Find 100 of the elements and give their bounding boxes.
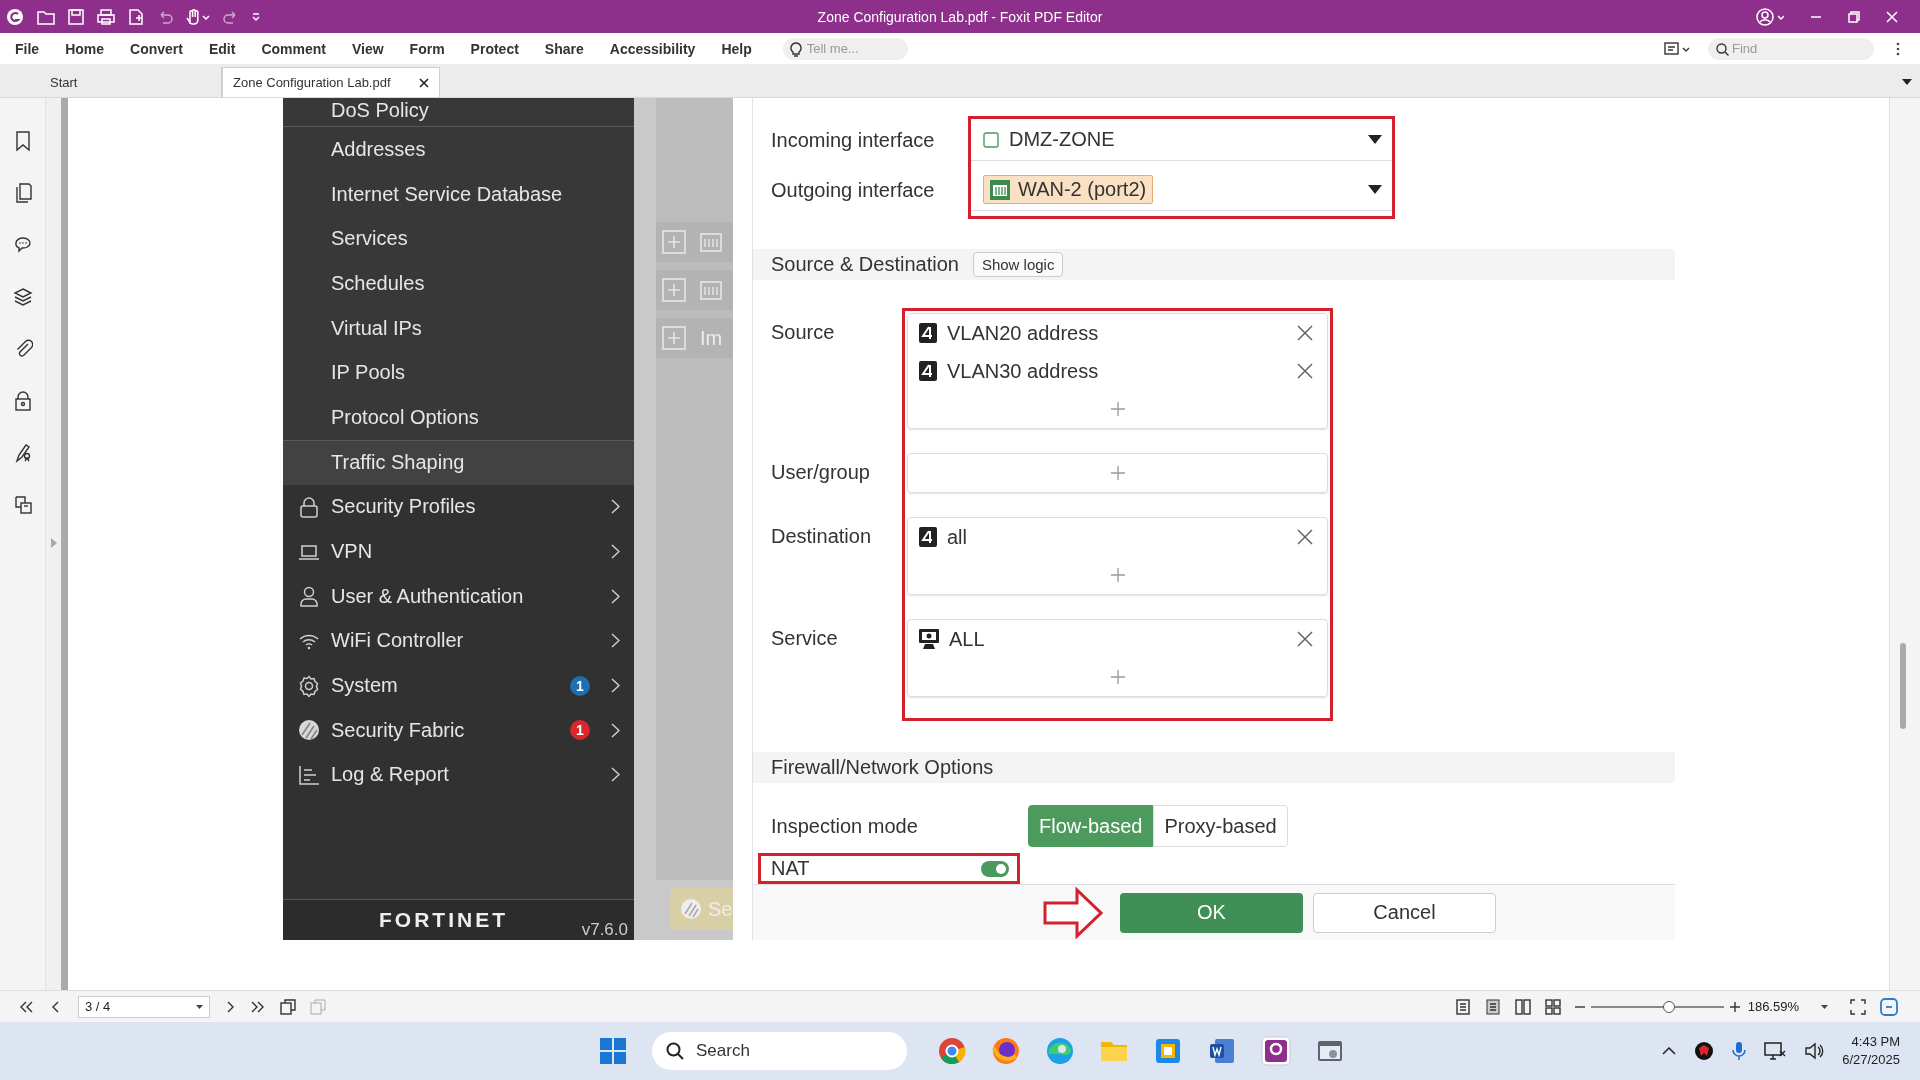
remove-icon[interactable] bbox=[1297, 325, 1313, 342]
tell-me-field[interactable]: Tell me... bbox=[782, 37, 908, 60]
sidebar-item[interactable]: Log & Report bbox=[283, 752, 634, 798]
pages-icon[interactable] bbox=[280, 998, 296, 1015]
ok-button[interactable]: OK bbox=[1120, 892, 1303, 933]
menu-item[interactable]: Home bbox=[52, 40, 118, 57]
folder-icon[interactable] bbox=[37, 8, 55, 25]
mode-option[interactable]: Proxy-based bbox=[1153, 805, 1288, 848]
sidebar-item[interactable]: Schedules bbox=[283, 261, 634, 306]
sidebar-item[interactable]: Services bbox=[283, 216, 634, 262]
browser-icon[interactable] bbox=[937, 1036, 967, 1066]
pdf-app-icon[interactable] bbox=[1261, 1036, 1291, 1066]
entry-label: VLAN30 address bbox=[947, 359, 1099, 383]
window-app-icon[interactable] bbox=[1153, 1036, 1183, 1066]
document-tab[interactable]: Zone Configuration Lab.pdf bbox=[222, 67, 440, 97]
redo-icon[interactable] bbox=[223, 8, 239, 25]
two-page-continuous-icon[interactable] bbox=[1544, 998, 1561, 1015]
layers-icon[interactable] bbox=[12, 286, 33, 308]
save-icon[interactable] bbox=[68, 8, 84, 25]
show-logic-button[interactable]: Show logic bbox=[972, 252, 1064, 278]
search-list-icon[interactable] bbox=[1664, 40, 1690, 57]
notification-badge: 1 bbox=[570, 720, 590, 741]
single-page-icon[interactable] bbox=[1454, 998, 1471, 1015]
search-field[interactable]: Search bbox=[652, 1032, 907, 1070]
sidebar-item[interactable]: DoS Policy bbox=[283, 98, 634, 127]
menu-item[interactable]: Convert bbox=[117, 40, 196, 57]
page-field[interactable]: 3 / 4 bbox=[78, 995, 210, 1018]
sidebar-item[interactable]: System 1 bbox=[283, 663, 634, 708]
selection-box[interactable]: ALL bbox=[907, 619, 1328, 698]
start-icon[interactable] bbox=[598, 1036, 628, 1066]
caret-icon[interactable] bbox=[1821, 1004, 1828, 1009]
close-icon[interactable] bbox=[419, 77, 429, 88]
remove-icon[interactable] bbox=[1297, 631, 1313, 648]
caret-icon[interactable] bbox=[252, 11, 260, 22]
sidebar-item[interactable]: Internet Service Database bbox=[283, 171, 634, 217]
new-document-icon[interactable] bbox=[128, 8, 144, 25]
cancel-button[interactable]: Cancel bbox=[1313, 892, 1496, 933]
sidebar-item[interactable]: Virtual IPs bbox=[283, 305, 634, 351]
fabric-icon bbox=[298, 719, 320, 742]
selection-box[interactable]: all bbox=[907, 517, 1328, 596]
volume-icon[interactable] bbox=[1804, 1042, 1825, 1060]
menu-item[interactable]: Protect bbox=[457, 40, 532, 57]
more-icon[interactable] bbox=[1896, 41, 1900, 56]
menu-item[interactable]: Edit bbox=[195, 40, 249, 57]
clock[interactable]: 4:43 PM 6/27/2025 bbox=[1842, 1033, 1900, 1069]
network-icon[interactable] bbox=[1764, 1041, 1787, 1061]
menu-item[interactable]: Comment bbox=[248, 40, 339, 57]
slider-thumb[interactable] bbox=[1663, 1000, 1676, 1013]
sidebar-item[interactable]: Traffic Shaping bbox=[283, 439, 634, 485]
menu-item[interactable]: Share bbox=[531, 40, 597, 57]
microphone-icon[interactable] bbox=[1732, 1041, 1747, 1061]
field-label: Incoming interface bbox=[771, 128, 936, 153]
entry-label: all bbox=[947, 525, 967, 549]
menu-item[interactable]: Form bbox=[396, 40, 458, 57]
restore-icon[interactable] bbox=[1848, 10, 1860, 23]
window-title: Zone Configuration Lab.pdf - Foxit PDF Editor bbox=[816, 8, 1104, 25]
sidebar-item[interactable]: WiFi Controller bbox=[283, 618, 634, 664]
interface-dropdown[interactable]: DMZ-ZONE bbox=[971, 119, 1392, 161]
find-field[interactable]: Find bbox=[1708, 37, 1874, 60]
sidebar-item[interactable]: User & Authentication bbox=[283, 573, 634, 619]
two-page-icon[interactable] bbox=[1514, 998, 1531, 1015]
interface-dropdown[interactable]: WAN-2 (port2) bbox=[971, 169, 1392, 211]
sidebar-item[interactable]: IP Pools bbox=[283, 350, 634, 396]
hand-icon[interactable] bbox=[186, 8, 210, 25]
sidebar-item[interactable]: Security Profiles bbox=[283, 484, 634, 530]
menu-item[interactable]: Help bbox=[708, 40, 765, 57]
nat-toggle[interactable] bbox=[981, 860, 1009, 877]
chevron-icon bbox=[611, 499, 620, 515]
sidebar-item[interactable]: VPN bbox=[283, 529, 634, 574]
scroll-thumb[interactable] bbox=[1900, 643, 1906, 729]
sidebar-item[interactable]: Security Fabric 1 bbox=[283, 707, 634, 753]
chevron-icon bbox=[611, 633, 620, 649]
browser-icon[interactable] bbox=[991, 1036, 1021, 1066]
interface-tag: WAN-2 (port2) bbox=[983, 175, 1154, 204]
continuous-page-icon[interactable] bbox=[1484, 998, 1501, 1015]
entry-label: VLAN20 address bbox=[947, 321, 1099, 345]
chevron-icon bbox=[611, 767, 620, 783]
menu-item[interactable]: File bbox=[2, 40, 53, 57]
lock-icon[interactable] bbox=[12, 390, 33, 412]
menu-item[interactable]: Accessibility bbox=[596, 40, 709, 57]
selection-box[interactable]: VLAN20 address VLAN30 address bbox=[907, 313, 1328, 430]
fullscreen-icon[interactable] bbox=[1850, 998, 1866, 1015]
overlay-icon[interactable] bbox=[12, 494, 33, 516]
remove-icon[interactable] bbox=[1297, 529, 1313, 546]
app-logo-icon[interactable] bbox=[6, 7, 24, 26]
shield-icon[interactable] bbox=[1694, 1041, 1715, 1061]
undo-icon[interactable] bbox=[157, 8, 173, 25]
remove-icon[interactable] bbox=[1297, 363, 1313, 380]
panel-icon[interactable] bbox=[1880, 997, 1898, 1016]
chevron-up-icon[interactable] bbox=[1662, 1047, 1677, 1055]
sidebar-item[interactable]: Protocol Options bbox=[283, 395, 634, 440]
account-icon[interactable] bbox=[1756, 7, 1784, 26]
sidebar-item[interactable]: Addresses bbox=[283, 127, 634, 172]
caret-icon[interactable] bbox=[1902, 79, 1912, 85]
menu-item[interactable]: View bbox=[338, 40, 397, 57]
zoom-level[interactable]: 186.59% bbox=[1747, 999, 1799, 1014]
print-icon[interactable] bbox=[97, 8, 115, 25]
document-app-icon[interactable] bbox=[1207, 1036, 1237, 1066]
port-icon bbox=[700, 231, 722, 253]
zoom-in-icon[interactable] bbox=[1729, 1001, 1740, 1012]
